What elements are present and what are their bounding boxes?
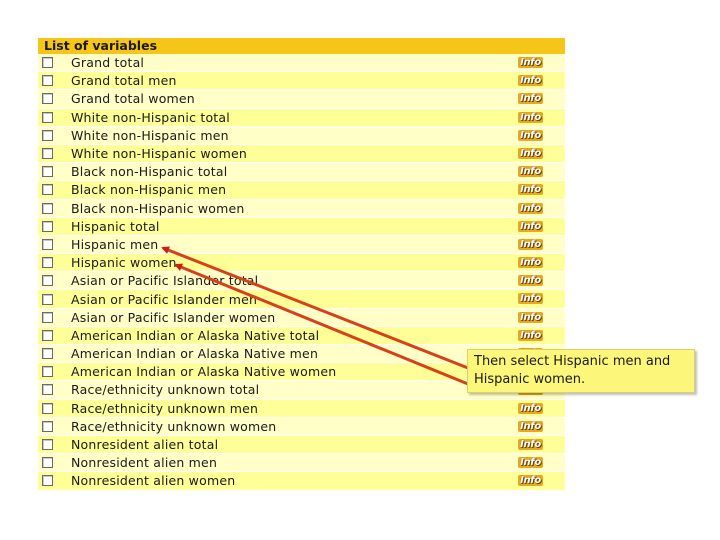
- info-button[interactable]: Info: [518, 257, 543, 269]
- info-button[interactable]: Info: [518, 457, 543, 469]
- info-button[interactable]: Info: [518, 402, 543, 414]
- variable-row: Black non-Hispanic women Info: [38, 199, 565, 218]
- info-button[interactable]: Info: [518, 147, 543, 159]
- variable-row: Grand total Info: [38, 54, 565, 73]
- variable-checkbox[interactable]: [42, 475, 53, 487]
- variable-label: White non-Hispanic total: [71, 109, 230, 125]
- variable-checkbox[interactable]: [42, 311, 53, 323]
- variable-label: Black non-Hispanic total: [71, 164, 228, 180]
- variable-checkbox[interactable]: [42, 384, 53, 396]
- variable-label: American Indian or Alaska Native total: [71, 327, 320, 343]
- variable-row: Asian or Pacific Islander men Info: [38, 290, 565, 309]
- variable-label: Hispanic women: [71, 255, 177, 271]
- variable-label: Grand total men: [71, 73, 177, 89]
- variable-checkbox[interactable]: [42, 275, 53, 287]
- variable-row: White non-Hispanic total Info: [38, 108, 565, 127]
- variable-label: Race/ethnicity unknown women: [71, 418, 277, 434]
- info-button[interactable]: Info: [518, 329, 543, 341]
- variable-checkbox[interactable]: [42, 202, 53, 214]
- info-button[interactable]: Info: [518, 293, 543, 305]
- variable-checkbox[interactable]: [42, 57, 53, 69]
- variable-label: Grand total: [71, 55, 145, 71]
- variable-label: Black non-Hispanic women: [71, 200, 245, 216]
- info-button[interactable]: Info: [518, 202, 543, 214]
- variable-checkbox[interactable]: [42, 238, 53, 250]
- info-button[interactable]: Info: [518, 311, 543, 323]
- variable-checkbox[interactable]: [42, 366, 53, 378]
- variable-row: Race/ethnicity unknown women Info: [38, 417, 565, 436]
- variable-row: Grand total men Info: [38, 72, 565, 91]
- variable-checkbox[interactable]: [42, 148, 53, 160]
- info-button[interactable]: Info: [518, 238, 543, 250]
- variable-checkbox[interactable]: [42, 420, 53, 432]
- variable-checkbox[interactable]: [42, 457, 53, 469]
- info-button[interactable]: Info: [518, 420, 543, 432]
- panel-title: List of variables: [38, 38, 565, 54]
- info-button[interactable]: Info: [518, 166, 543, 178]
- variable-checkbox[interactable]: [42, 329, 53, 341]
- info-button[interactable]: Info: [518, 438, 543, 450]
- variable-label: Hispanic total: [71, 218, 160, 234]
- variable-label: Asian or Pacific Islander total: [71, 273, 259, 289]
- variable-row: White non-Hispanic women Info: [38, 144, 565, 164]
- variable-row: Hispanic men Info: [38, 235, 565, 255]
- variable-checkbox[interactable]: [42, 111, 53, 123]
- info-button[interactable]: Info: [518, 129, 543, 141]
- variable-label: Grand total women: [71, 91, 195, 107]
- variable-checkbox[interactable]: [42, 93, 53, 105]
- variable-checkbox[interactable]: [42, 184, 53, 196]
- variable-checkbox[interactable]: [42, 166, 53, 178]
- info-button[interactable]: Info: [518, 111, 543, 123]
- variable-row: Hispanic total Info: [38, 217, 565, 236]
- variable-checkbox[interactable]: [42, 348, 53, 360]
- variable-label: Race/ethnicity unknown men: [71, 400, 259, 416]
- variable-label: Asian or Pacific Islander men: [71, 291, 258, 307]
- info-button[interactable]: Info: [518, 75, 543, 87]
- variable-checkbox[interactable]: [42, 129, 53, 141]
- variable-label: White non-Hispanic women: [71, 146, 248, 162]
- variable-row: Black non-Hispanic total Info: [38, 163, 565, 182]
- variable-row: Nonresident alien women Info: [38, 472, 565, 491]
- variables-panel: List of variables Grand total Info Grand t…: [38, 38, 565, 491]
- info-button[interactable]: Info: [518, 57, 543, 68]
- variable-label: American Indian or Alaska Native women: [71, 364, 337, 380]
- info-button[interactable]: Info: [518, 93, 543, 105]
- variable-label: Nonresident alien total: [71, 437, 219, 453]
- variable-row: Asian or Pacific Islander total Info: [38, 272, 565, 291]
- variable-row: Nonresident alien men Info: [38, 454, 565, 473]
- variable-checkbox[interactable]: [42, 439, 53, 451]
- variable-row: American Indian or Alaska Native total In…: [38, 326, 565, 345]
- info-button[interactable]: Info: [518, 275, 543, 287]
- variable-label: Nonresident alien women: [71, 473, 236, 489]
- variable-row: Grand total women Info: [38, 90, 565, 109]
- variable-checkbox[interactable]: [42, 293, 53, 305]
- info-button[interactable]: Info: [518, 184, 543, 196]
- variable-checkbox[interactable]: [42, 75, 53, 87]
- variable-label: Black non-Hispanic men: [71, 182, 227, 198]
- variables-list: Grand total Info Grand total men Info Grand …: [38, 54, 565, 491]
- variable-label: White non-Hispanic men: [71, 127, 229, 143]
- variable-label: Hispanic men: [71, 236, 159, 252]
- variable-row: Nonresident alien total Info: [38, 435, 565, 455]
- variable-checkbox[interactable]: [42, 402, 53, 414]
- variable-row: Hispanic women Info: [38, 254, 565, 273]
- info-button[interactable]: Info: [518, 220, 543, 232]
- variable-row: White non-Hispanic men Info: [38, 126, 565, 145]
- variable-checkbox[interactable]: [42, 220, 53, 232]
- instruction-callout: Then select Hispanic men and Hispanic wo…: [467, 349, 695, 393]
- variable-row: Race/ethnicity unknown men Info: [38, 399, 565, 418]
- variable-label: Asian or Pacific Islander women: [71, 309, 276, 325]
- variable-label: American Indian or Alaska Native men: [71, 346, 319, 362]
- variable-row: Asian or Pacific Islander women Info: [38, 308, 565, 327]
- variable-checkbox[interactable]: [42, 257, 53, 269]
- variable-label: Nonresident alien men: [71, 455, 218, 471]
- variable-row: Black non-Hispanic men Info: [38, 181, 565, 200]
- info-button[interactable]: Info: [518, 475, 543, 487]
- variable-label: Race/ethnicity unknown total: [71, 382, 260, 398]
